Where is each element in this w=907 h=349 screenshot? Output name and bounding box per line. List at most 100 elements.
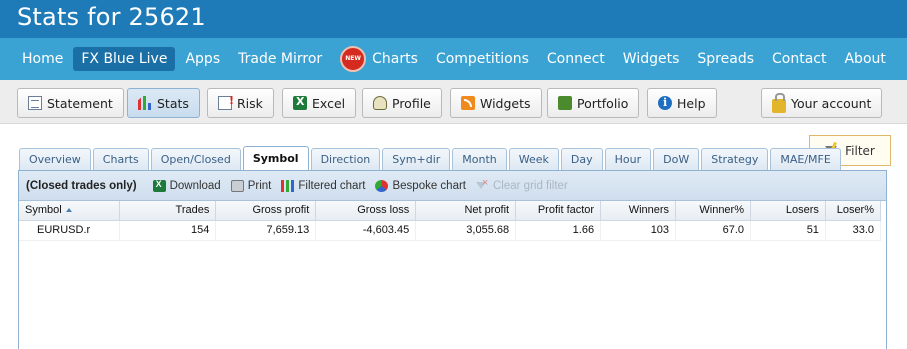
nav-widgets[interactable]: Widgets <box>615 47 688 71</box>
grid-toolbar: (Closed trades only) Download Print Filt… <box>19 171 886 201</box>
col-header-symbol[interactable]: Symbol <box>19 201 121 221</box>
info-icon <box>658 96 672 110</box>
tab-week[interactable]: Week <box>508 148 559 170</box>
tab-open-closed[interactable]: Open/Closed <box>150 148 241 170</box>
excel-label: Excel <box>312 95 346 111</box>
filtered-chart-label: Filtered chart <box>298 179 366 192</box>
col-header-trades[interactable]: Trades <box>119 201 217 221</box>
symbol-stats-table: Symbol Trades Gross profit Gross loss Ne… <box>19 201 882 241</box>
print-button[interactable]: Print <box>230 179 272 192</box>
cell-trades: 154 <box>119 220 217 241</box>
tab-month[interactable]: Month <box>452 148 507 170</box>
printer-icon <box>230 179 244 192</box>
tab-day[interactable]: Day <box>560 148 603 170</box>
col-header-gross-profit[interactable]: Gross profit <box>215 201 317 221</box>
rss-icon <box>461 96 475 110</box>
cell-gross-loss: -4,603.45 <box>315 220 417 241</box>
nav-apps[interactable]: Apps <box>177 47 228 71</box>
pie-chart-icon <box>375 179 389 192</box>
cell-loser-pct: 33.0 <box>825 220 882 241</box>
title-bar: Stats for 25621 <box>0 0 907 38</box>
profile-label: Profile <box>392 95 431 111</box>
bar-chart-icon <box>138 96 151 110</box>
risk-label: Risk <box>237 95 263 111</box>
stats-button[interactable]: Stats <box>127 88 200 118</box>
col-header-profit-factor[interactable]: Profit factor <box>515 201 602 221</box>
excel-icon <box>152 179 166 192</box>
cell-gross-profit: 7,659.13 <box>215 220 317 241</box>
download-button[interactable]: Download <box>152 179 221 192</box>
bar-chart-icon <box>281 179 295 192</box>
nav-competitions[interactable]: Competitions <box>428 47 537 71</box>
lock-icon <box>772 92 786 113</box>
statement-label: Statement <box>47 95 113 111</box>
nav-connect[interactable]: Connect <box>539 47 613 71</box>
tab-dow[interactable]: DoW <box>653 148 700 170</box>
widgets-label: Widgets <box>480 95 531 111</box>
nav-home[interactable]: Home <box>14 47 71 71</box>
risk-icon <box>218 94 234 110</box>
main-nav: Home FX Blue Live Apps Trade Mirror NEW … <box>0 38 907 80</box>
tab-sym-dir[interactable]: Sym+dir <box>382 148 451 170</box>
col-header-winner-pct[interactable]: Winner% <box>675 201 751 221</box>
nav-spreads[interactable]: Spreads <box>689 47 762 71</box>
cell-winner-pct: 67.0 <box>675 220 751 241</box>
col-header-winners[interactable]: Winners <box>600 201 677 221</box>
help-button[interactable]: Help <box>647 88 717 118</box>
tab-strip: Overview Charts Open/Closed Symbol Direc… <box>19 146 843 170</box>
statement-icon <box>28 96 42 110</box>
widgets-button[interactable]: Widgets <box>450 88 542 118</box>
toolbar: Statement Stats Risk Excel Profile Widge… <box>0 80 907 124</box>
col-header-net-profit[interactable]: Net profit <box>415 201 517 221</box>
profile-icon <box>373 96 387 110</box>
clear-filter-icon <box>476 177 489 192</box>
tab-direction[interactable]: Direction <box>310 148 381 170</box>
tab-overview[interactable]: Overview <box>19 148 91 170</box>
tab-mae-mfe[interactable]: MAE/MFE <box>770 148 841 170</box>
nav-contact[interactable]: Contact <box>764 47 834 71</box>
clear-grid-filter-button[interactable]: Clear grid filter <box>476 177 568 192</box>
table-header-row: Symbol Trades Gross profit Gross loss Ne… <box>19 201 882 221</box>
tab-symbol[interactable]: Symbol <box>242 146 309 170</box>
clear-grid-filter-label: Clear grid filter <box>493 179 568 192</box>
excel-button[interactable]: Excel <box>282 88 357 118</box>
excel-icon <box>293 95 307 110</box>
nav-charts[interactable]: NEW Charts <box>332 42 426 76</box>
nav-fx-blue-live[interactable]: FX Blue Live <box>73 47 176 71</box>
page-title: Stats for 25621 <box>17 3 206 31</box>
col-header-losers[interactable]: Losers <box>750 201 826 221</box>
cell-losers: 51 <box>750 220 826 241</box>
grid-scope-label: (Closed trades only) <box>26 179 137 192</box>
filtered-chart-button[interactable]: Filtered chart <box>281 179 366 192</box>
new-badge-icon: NEW <box>340 46 367 72</box>
filter-label: Filter <box>845 143 875 158</box>
nav-trade-mirror[interactable]: Trade Mirror <box>230 47 330 71</box>
portfolio-button[interactable]: Portfolio <box>547 88 640 118</box>
your-account-label: Your account <box>791 95 872 111</box>
table-row[interactable]: EURUSD.r 154 7,659.13 -4,603.45 3,055.68… <box>19 220 882 241</box>
stats-label: Stats <box>157 95 189 111</box>
sort-ascending-icon <box>65 208 72 213</box>
tab-hour[interactable]: Hour <box>604 148 652 170</box>
nav-about[interactable]: About <box>836 47 893 71</box>
print-label: Print <box>247 179 272 192</box>
portfolio-icon <box>558 96 572 110</box>
symbol-panel: (Closed trades only) Download Print Filt… <box>18 170 887 349</box>
bespoke-chart-label: Bespoke chart <box>392 179 466 192</box>
cell-net-profit: 3,055.68 <box>415 220 517 241</box>
cell-symbol: EURUSD.r <box>19 220 121 241</box>
portfolio-label: Portfolio <box>577 95 629 111</box>
statement-button[interactable]: Statement <box>17 88 124 118</box>
col-header-loser-pct[interactable]: Loser% <box>825 201 882 221</box>
risk-button[interactable]: Risk <box>207 88 274 118</box>
help-label: Help <box>677 95 706 111</box>
bespoke-chart-button[interactable]: Bespoke chart <box>375 179 466 192</box>
cell-winners: 103 <box>600 220 677 241</box>
tab-strategy[interactable]: Strategy <box>701 148 769 170</box>
download-label: Download <box>169 179 221 192</box>
col-header-gross-loss[interactable]: Gross loss <box>315 201 417 221</box>
cell-profit-factor: 1.66 <box>515 220 602 241</box>
your-account-button[interactable]: Your account <box>761 88 883 118</box>
profile-button[interactable]: Profile <box>362 88 442 118</box>
tab-charts[interactable]: Charts <box>92 148 149 170</box>
